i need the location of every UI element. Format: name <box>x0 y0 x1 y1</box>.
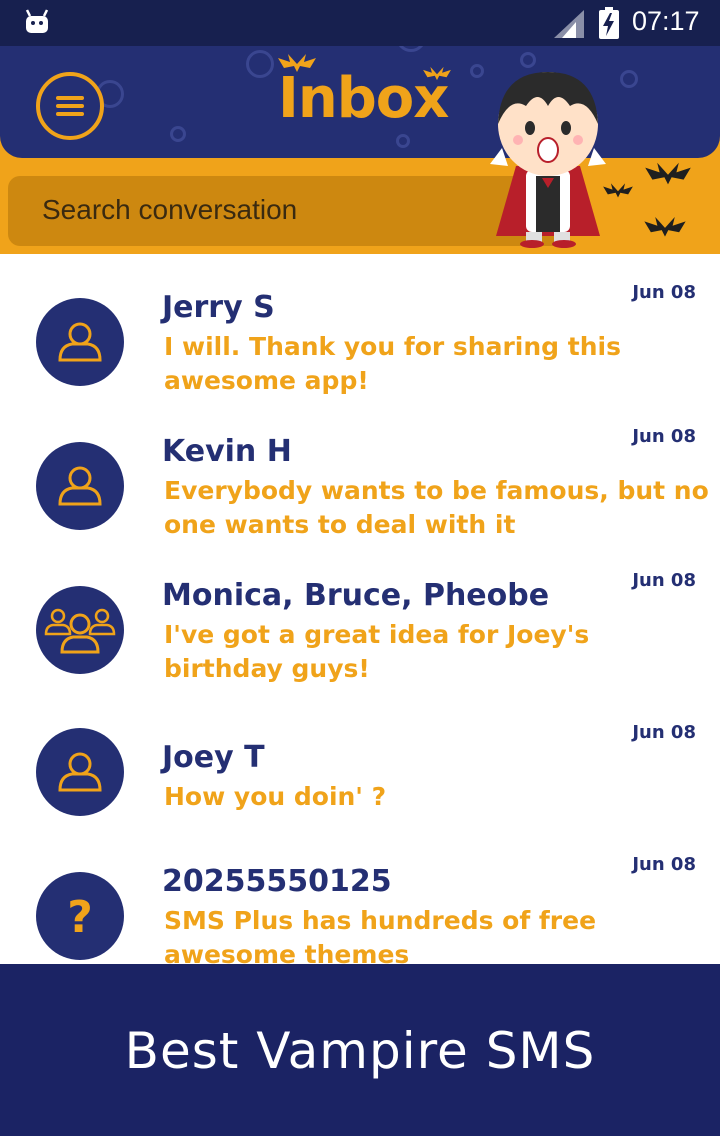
vampire-mascot-icon <box>490 72 606 248</box>
message-snippet: I've got a great idea for Joey's birthda… <box>164 620 590 683</box>
header: Inbox Search conversation <box>0 46 720 254</box>
banner-text: Best Vampire SMS <box>124 1022 596 1080</box>
decor-circle <box>396 134 410 148</box>
status-bar: 07:17 <box>0 0 720 46</box>
search-box[interactable]: Search conversation <box>8 176 568 246</box>
signal-icon <box>554 10 584 38</box>
message-snippet: Everybody wants to be famous, but no one… <box>164 476 709 539</box>
question-mark-icon: ? <box>67 892 93 943</box>
clock: 07:17 <box>632 6 700 36</box>
header-background: Inbox <box>0 46 720 158</box>
message-date: Jun 08 <box>632 854 696 875</box>
page-title: Inbox <box>278 66 449 131</box>
conversation-row[interactable]: ? 20255550125 SMS Plus has hundreds of f… <box>0 852 720 964</box>
android-icon <box>25 9 49 33</box>
message-snippet: SMS Plus has hundreds of free awesome th… <box>164 906 597 964</box>
avatar[interactable] <box>36 442 124 530</box>
menu-button[interactable] <box>36 72 104 140</box>
decor-circle <box>246 50 274 78</box>
contact-name: Monica, Bruce, Pheobe <box>162 578 550 613</box>
conversation-row[interactable]: Kevin H Everybody wants to be famous, bu… <box>0 420 720 564</box>
decor-circle <box>470 64 484 78</box>
hamburger-menu-icon <box>56 96 84 100</box>
battery-charging-icon <box>599 7 619 39</box>
conversation-row[interactable]: Joey T How you doin' ? Jun 08 <box>0 708 720 852</box>
contact-name: Kevin H <box>162 434 292 469</box>
avatar[interactable] <box>36 586 124 674</box>
avatar[interactable]: ? <box>36 872 124 960</box>
promo-banner: Best Vampire SMS <box>0 964 720 1136</box>
decor-circle <box>396 46 426 52</box>
contact-name: Jerry S <box>162 290 275 325</box>
bat-icon <box>644 217 686 237</box>
contact-name: 20255550125 <box>162 864 392 899</box>
person-icon <box>58 466 102 506</box>
person-icon <box>58 752 102 792</box>
hamburger-menu-icon <box>56 104 84 108</box>
hamburger-menu-icon <box>56 112 84 116</box>
decor-circle <box>170 126 186 142</box>
message-date: Jun 08 <box>632 570 696 591</box>
message-date: Jun 08 <box>632 426 696 447</box>
decor-circle <box>620 70 638 88</box>
svg-text:?: ? <box>67 892 93 943</box>
person-icon <box>58 322 102 362</box>
group-icon <box>44 608 116 654</box>
conversation-row[interactable]: Jerry S I will. Thank you for sharing th… <box>0 276 720 420</box>
message-date: Jun 08 <box>632 282 696 303</box>
avatar[interactable] <box>36 298 124 386</box>
avatar[interactable] <box>36 728 124 816</box>
contact-name: Joey T <box>162 740 265 775</box>
message-date: Jun 08 <box>632 722 696 743</box>
conversation-row[interactable]: Monica, Bruce, Pheobe I've got a great i… <box>0 564 720 708</box>
conversation-list[interactable]: Jerry S I will. Thank you for sharing th… <box>0 254 720 964</box>
message-snippet: How you doin' ? <box>164 782 387 811</box>
message-snippet: I will. Thank you for sharing this aweso… <box>164 332 621 395</box>
bat-icon <box>603 183 633 198</box>
search-input[interactable]: Search conversation <box>42 194 297 226</box>
bat-icon <box>645 162 691 185</box>
